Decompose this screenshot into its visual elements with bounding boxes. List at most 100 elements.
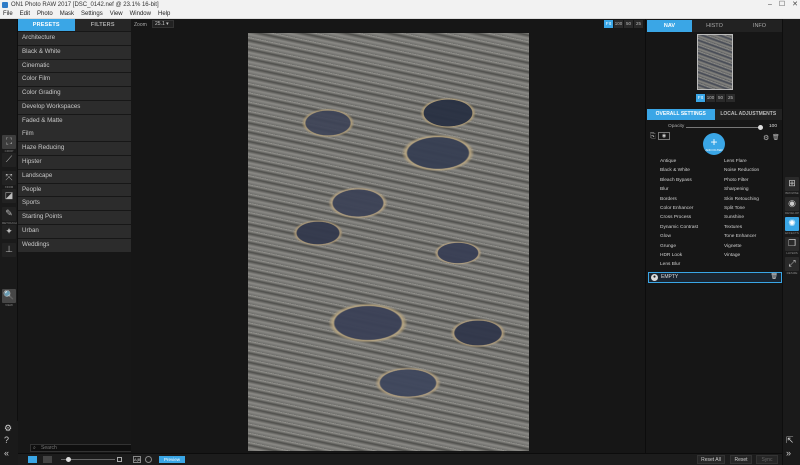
preset-category-architecture[interactable]: Architecture <box>18 32 131 45</box>
preset-category-starting-points[interactable]: Starting Points <box>18 211 131 225</box>
stamp-icon[interactable]: ⊥ <box>2 243 16 257</box>
preset-category-urban[interactable]: Urban <box>18 224 131 238</box>
tab-local-adjustments[interactable]: LOCAL ADJUSTMENTS <box>714 109 782 120</box>
collapse-left-icon[interactable]: « <box>4 448 9 458</box>
menu-mask[interactable]: Mask <box>60 10 74 18</box>
nav-zoom-50-button[interactable]: 50 <box>716 94 725 102</box>
menu-edit[interactable]: Edit <box>20 10 30 18</box>
preset-category-weddings[interactable]: Weddings <box>18 238 131 252</box>
reset-button[interactable]: Reset <box>730 455 752 464</box>
filter-borders[interactable]: Borders <box>660 195 724 204</box>
filter-bleach-bypass[interactable]: Bleach Bypass <box>660 176 724 185</box>
filter-vintage[interactable]: Vintage <box>724 251 780 260</box>
resize-icon[interactable]: ⤢ RESIZE <box>785 257 799 275</box>
opacity-slider[interactable]: Opacity 100 <box>668 123 780 131</box>
filter-lens-flare[interactable]: Lens Flare <box>724 157 780 166</box>
opacity-track[interactable] <box>686 127 760 128</box>
settings-gear-icon[interactable]: ⚙ <box>4 423 12 434</box>
preset-category-sports[interactable]: Sports <box>18 197 131 211</box>
nav-zoom-fit-button[interactable]: FIt <box>696 94 705 102</box>
tab-presets[interactable]: PRESETS <box>18 19 75 31</box>
tab-info[interactable]: INFO <box>737 20 782 32</box>
photo-image[interactable] <box>248 33 529 451</box>
preset-category-cinematic[interactable]: Cinematic <box>18 59 131 73</box>
preset-category-color-film[interactable]: Color Film <box>18 73 131 87</box>
crop-icon[interactable]: ⛶ CROP <box>2 135 16 153</box>
compare-button[interactable]: A|B <box>133 456 141 463</box>
preset-category-haze-reducing[interactable]: Haze Reducing <box>18 142 131 156</box>
single-view-icon[interactable] <box>28 456 37 463</box>
tab-nav[interactable]: NAV <box>647 20 692 32</box>
filter-vignette[interactable]: Vignette <box>724 242 780 251</box>
zoom-icon[interactable]: 🔍 VIEW <box>2 289 16 307</box>
preset-category-hipster[interactable]: Hipster <box>18 156 131 169</box>
thumbnail-size-thumb[interactable] <box>66 457 71 462</box>
layers-icon[interactable]: ❐ LAYERS <box>785 237 799 255</box>
filter-textures[interactable]: Textures <box>724 223 780 232</box>
zoom-fit-button[interactable]: FIt <box>604 20 613 28</box>
filter-glow[interactable]: Glow <box>660 232 724 241</box>
filter-skin-retouching[interactable]: Skin Retouching <box>724 195 780 204</box>
filter-stack-empty[interactable]: ● EMPTY 🗑 <box>648 272 782 283</box>
close-button[interactable]: ✕ <box>792 0 798 10</box>
filter-split-tone[interactable]: Split Tone <box>724 204 780 213</box>
reset-all-button[interactable]: Reset All <box>697 455 725 464</box>
help-icon[interactable]: ? <box>4 435 9 445</box>
transform-icon[interactable]: ⤧ XFRM <box>2 171 16 189</box>
preset-category-faded-and-matte[interactable]: Faded & Matte <box>18 114 131 128</box>
filter-grunge[interactable]: Grunge <box>660 242 724 251</box>
delete-filter-icon[interactable]: 🗑 <box>770 273 778 282</box>
brush-icon[interactable]: ⟋ <box>2 153 16 167</box>
camera-icon[interactable]: ◉ <box>658 132 670 140</box>
trash-icon[interactable]: 🗑 <box>772 134 780 141</box>
preset-category-color-grading[interactable]: Color Grading <box>18 87 131 101</box>
filter-noise-reduction[interactable]: Noise Reduction <box>724 166 780 175</box>
before-after-icon[interactable] <box>145 456 152 463</box>
zoom-select[interactable]: 25.1 ▾ <box>152 20 174 28</box>
search-input[interactable]: ⌕ Search <box>30 444 135 452</box>
filter-sharpening[interactable]: Sharpening <box>724 185 780 194</box>
grid-view-icon[interactable] <box>43 456 52 463</box>
share-icon[interactable]: ⇱ <box>786 435 794 446</box>
preset-category-people[interactable]: People <box>18 183 131 197</box>
tab-histo[interactable]: HISTO <box>692 20 737 32</box>
filter-blur[interactable]: Blur <box>660 185 724 194</box>
retouch-icon[interactable]: ✎ RETOUCH <box>2 207 17 225</box>
nav-zoom-25-button[interactable]: 25 <box>726 94 735 102</box>
large-thumb-icon[interactable] <box>117 457 122 462</box>
filter-cross-process[interactable]: Cross Process <box>660 213 724 222</box>
eraser-icon[interactable]: ◪ <box>2 189 16 203</box>
preset-category-black-and-white[interactable]: Black & White <box>18 45 131 59</box>
menu-window[interactable]: Window <box>130 10 151 18</box>
filter-dynamic-contrast[interactable]: Dynamic Contrast <box>660 223 724 232</box>
gear-icon[interactable]: ⚙ <box>763 134 769 142</box>
preset-category-film[interactable]: Film <box>18 128 131 142</box>
collapse-right-icon[interactable]: » <box>786 448 791 458</box>
menu-settings[interactable]: Settings <box>81 10 103 18</box>
tab-filters[interactable]: FILTERS <box>74 19 131 31</box>
visibility-icon[interactable]: ● <box>651 274 658 281</box>
preset-category-landscape[interactable]: Landscape <box>18 169 131 183</box>
sync-button[interactable]: Sync <box>756 455 778 464</box>
filter-lens-blur[interactable]: Lens Blur <box>660 260 724 269</box>
filter-sunshine[interactable]: Sunshine <box>724 213 780 222</box>
filter-black-and-white[interactable]: Black & White <box>660 166 724 175</box>
filter-hdr-look[interactable]: HDR Look <box>660 251 724 260</box>
nav-zoom-100-button[interactable]: 100 <box>706 94 715 102</box>
preset-category-develop-workspaces[interactable]: Develop Workspaces <box>18 100 131 114</box>
develop-icon[interactable]: ◉ DEVELOP <box>785 197 799 215</box>
navigator-thumbnail[interactable] <box>697 34 733 90</box>
zoom-25-button[interactable]: 25 <box>634 20 643 28</box>
clone-icon[interactable]: ✦ <box>2 225 16 239</box>
minimize-button[interactable]: – <box>768 0 772 10</box>
zoom-100-button[interactable]: 100 <box>614 20 623 28</box>
filter-tone-enhancer[interactable]: Tone Enhancer <box>724 232 780 241</box>
zoom-50-button[interactable]: 50 <box>624 20 633 28</box>
menu-view[interactable]: View <box>110 10 123 18</box>
filter-photo-filter[interactable]: Photo Filter <box>724 176 780 185</box>
preview-button[interactable]: Preview <box>159 456 185 463</box>
menu-help[interactable]: Help <box>158 10 170 18</box>
copy-settings-icon[interactable]: ⎘ <box>650 133 656 141</box>
effects-icon[interactable]: ✺ EFFECTS <box>785 217 799 235</box>
menu-photo[interactable]: Photo <box>37 10 53 18</box>
